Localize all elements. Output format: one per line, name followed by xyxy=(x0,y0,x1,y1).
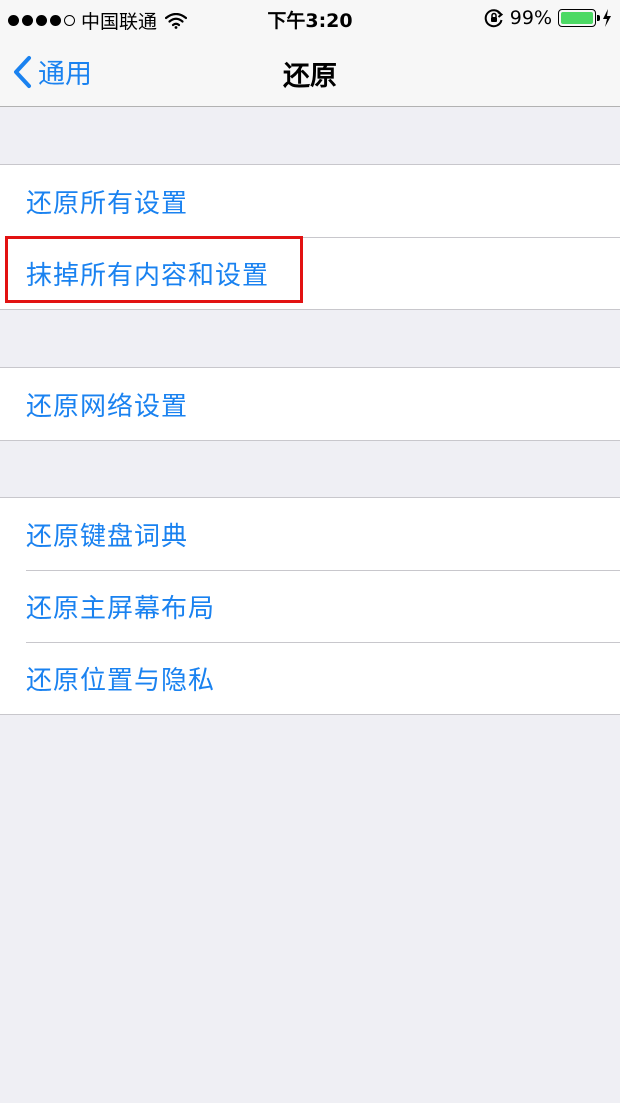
reset-keyboard-dictionary-row[interactable]: 还原键盘词典 xyxy=(0,498,620,570)
row-label: 还原位置与隐私 xyxy=(26,666,216,696)
reset-all-settings-row[interactable]: 还原所有设置 xyxy=(0,165,620,237)
reset-location-privacy-row[interactable]: 还原位置与隐私 xyxy=(0,642,620,714)
status-bar: 中国联通 下午3:20 99% xyxy=(0,0,620,36)
reset-group-primary: 还原所有设置 抹掉所有内容和设置 xyxy=(0,164,620,310)
charging-bolt-icon xyxy=(603,9,611,27)
erase-all-content-row[interactable]: 抹掉所有内容和设置 xyxy=(0,237,620,309)
reset-network-settings-row[interactable]: 还原网络设置 xyxy=(0,368,620,440)
page-title: 还原 xyxy=(283,61,337,92)
reset-group-network: 还原网络设置 xyxy=(0,367,620,441)
row-label: 还原键盘词典 xyxy=(26,522,189,552)
battery-icon xyxy=(558,9,600,27)
row-label: 还原主屏幕布局 xyxy=(26,594,216,624)
reset-settings-screen: 中国联通 下午3:20 99% 通用 还原 还原所有设置 抹掉所有内容和设置 还… xyxy=(0,0,620,1103)
row-label: 抹掉所有内容和设置 xyxy=(26,261,270,291)
rotation-lock-icon xyxy=(484,9,503,28)
reset-group-other: 还原键盘词典 还原主屏幕布局 还原位置与隐私 xyxy=(0,497,620,715)
reset-home-screen-layout-row[interactable]: 还原主屏幕布局 xyxy=(0,570,620,642)
battery-percent: 99% xyxy=(509,7,552,29)
status-right: 99% xyxy=(484,7,612,29)
battery-fill xyxy=(561,12,593,24)
battery-cap xyxy=(597,15,600,21)
navigation-bar: 通用 还原 xyxy=(0,36,620,107)
row-label: 还原网络设置 xyxy=(26,392,189,422)
row-label: 还原所有设置 xyxy=(26,189,189,219)
